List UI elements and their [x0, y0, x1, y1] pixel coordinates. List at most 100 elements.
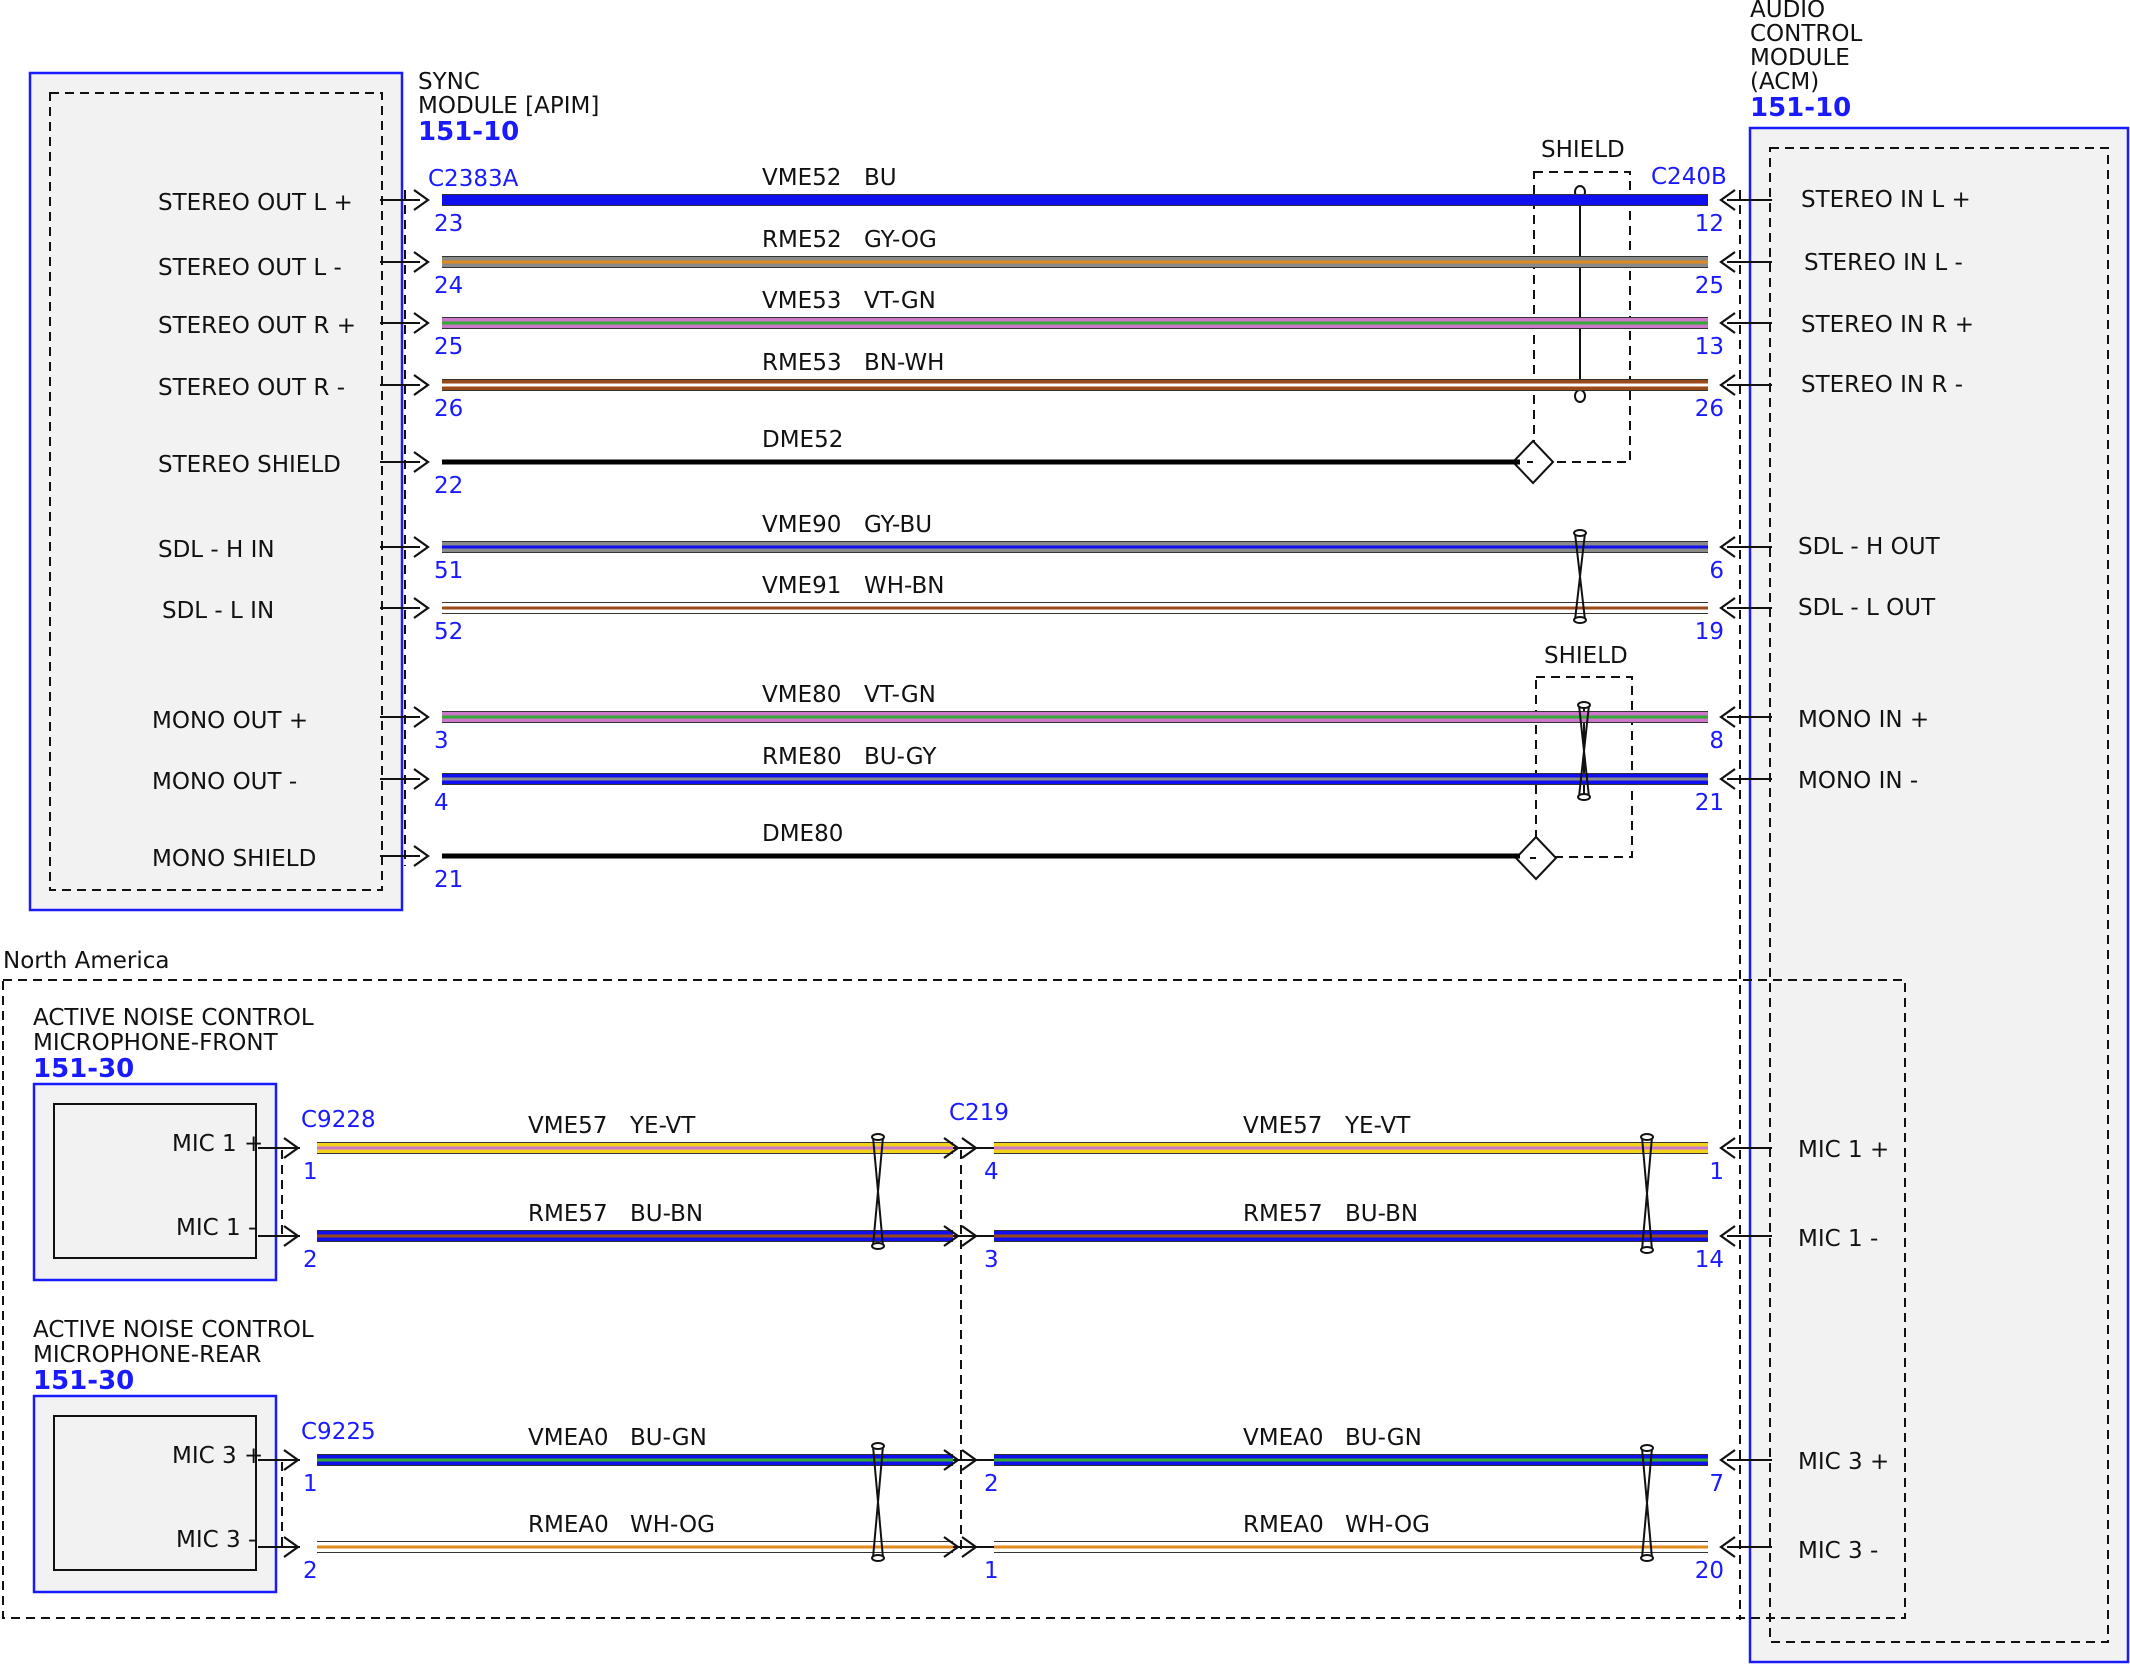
wire-1-circuit: VME52 [762, 165, 841, 191]
wire-16-pin-right: 7 [1709, 1471, 1724, 1497]
region-label: North America [3, 948, 170, 974]
acm-module-name-4: (ACM) [1750, 69, 1819, 95]
wire-3-pin-right: 13 [1695, 334, 1724, 360]
wire-12-color: YE-VT [1344, 1113, 1411, 1139]
sync-pin-10: MONO SHIELD [152, 846, 316, 872]
acm-module-name-1: AUDIO [1750, 0, 1825, 23]
sync-pin-8: MONO OUT + [152, 708, 308, 734]
wire-2-circuit: RME52 [762, 227, 842, 253]
wire-8-pin-left: 3 [434, 728, 449, 754]
acm-pin-1: STEREO IN L + [1801, 187, 1971, 213]
wire-4-circuit: RME53 [762, 350, 842, 376]
wire-9-pin-left: 4 [434, 790, 449, 816]
shield-stereo: SHIELD [1511, 137, 1631, 485]
sync-module-code: 151-10 [418, 117, 519, 147]
wire-14-pin-right: 14 [1695, 1247, 1724, 1273]
acm-pin-12: MIC 3 - [1798, 1538, 1878, 1564]
sync-pin-6: SDL - H IN [158, 537, 275, 563]
mic-front-code: 151-30 [33, 1054, 134, 1084]
wire-3-pin-left: 25 [434, 334, 463, 360]
wire-1-color: BU [864, 165, 897, 191]
wire-4-pin-right: 26 [1695, 396, 1724, 422]
wire-10-pin-left: 21 [434, 867, 463, 893]
acm-pin-4: STEREO IN R - [1801, 372, 1963, 398]
connector-c240b: C240B [1651, 164, 1727, 190]
connector-boundaries [281, 190, 1741, 1620]
wire-12-circuit: VME57 [1243, 1113, 1322, 1139]
mic-front-name-2: MICROPHONE-FRONT [33, 1030, 279, 1056]
wire-14-circuit: RME57 [1243, 1201, 1323, 1227]
mic-rear-name-1: ACTIVE NOISE CONTROL [33, 1317, 314, 1343]
mic-front-pin-1: MIC 1 + [172, 1131, 263, 1157]
wire-5-pin-left: 22 [434, 473, 463, 499]
wire-7-color: WH-BN [864, 573, 945, 599]
wire-9-circuit: RME80 [762, 744, 842, 770]
wire-8-pin-right: 8 [1709, 728, 1724, 754]
mic-rear-name-2: MICROPHONE-REAR [33, 1342, 261, 1368]
wire-10-circuit: DME80 [762, 821, 843, 847]
wire-2-color: GY-OG [864, 227, 937, 253]
wire-9-color: BU-GY [864, 744, 937, 770]
acm-pin-8: MONO IN - [1798, 768, 1918, 794]
shield-stereo-label: SHIELD [1541, 137, 1625, 163]
wire-1-pin-right: 12 [1695, 211, 1724, 237]
wire-17-pin-left: 2 [303, 1558, 318, 1584]
acm-pin-7: MONO IN + [1798, 707, 1929, 733]
wire-11-color: YE-VT [629, 1113, 696, 1139]
mic-rear-code: 151-30 [33, 1366, 134, 1396]
acm-module-name-2: CONTROL [1750, 21, 1863, 47]
sync-module-name-1: SYNC [418, 69, 480, 95]
wire-7-circuit: VME91 [762, 573, 841, 599]
mic-front-name-1: ACTIVE NOISE CONTROL [33, 1005, 314, 1031]
mic-rear-pin-2: MIC 3 - [176, 1527, 256, 1553]
acm-pin-3: STEREO IN R + [1801, 312, 1974, 338]
acm-pin-9: MIC 1 + [1798, 1137, 1889, 1163]
mic-front-pin-2: MIC 1 - [176, 1215, 256, 1241]
connector-c219: C219 [949, 1100, 1009, 1126]
wire-8-color: VT-GN [864, 682, 936, 708]
wiring-diagram: SYNC MODULE [APIM] 151-10 AUDIO CONTROL … [2, 0, 2130, 1664]
sync-pin-5: STEREO SHIELD [158, 452, 341, 478]
wire-12-pin-right: 1 [1709, 1159, 1724, 1185]
wire-17-circuit: RMEA0 [528, 1512, 609, 1538]
wire-7-pin-left: 52 [434, 619, 463, 645]
wire-15-color: BU-GN [630, 1425, 707, 1451]
wire-8-circuit: VME80 [762, 682, 841, 708]
wire-9-pin-right: 21 [1695, 790, 1724, 816]
wire-12-pin-left: 4 [984, 1159, 999, 1185]
wire-6-pin-right: 6 [1709, 558, 1724, 584]
wire-18-color: WH-OG [1345, 1512, 1430, 1538]
connector-c2383a: C2383A [428, 166, 519, 192]
sync-pin-7: SDL - L IN [162, 598, 274, 624]
shield-mono: SHIELD [1514, 643, 1633, 881]
acm-pin-11: MIC 3 + [1798, 1449, 1889, 1475]
wire-11-pin-left: 1 [303, 1159, 318, 1185]
wire-15-pin-left: 1 [303, 1471, 318, 1497]
sync-pin-3: STEREO OUT R + [158, 313, 356, 339]
acm-pin-5: SDL - H OUT [1798, 534, 1941, 560]
wire-13-circuit: RME57 [528, 1201, 608, 1227]
wire-14-color: BU-BN [1345, 1201, 1418, 1227]
wire-4-color: BN-WH [864, 350, 944, 376]
wire-13-color: BU-BN [630, 1201, 703, 1227]
wire-6-color: GY-BU [864, 512, 932, 538]
wire-17-color: WH-OG [630, 1512, 715, 1538]
wire-15-circuit: VMEA0 [528, 1425, 608, 1451]
shield-mono-label: SHIELD [1544, 643, 1628, 669]
wire-1-pin-left: 23 [434, 211, 463, 237]
wire-13-pin-left: 2 [303, 1247, 318, 1273]
wire-16-pin-left: 2 [984, 1471, 999, 1497]
acm-pin-2: STEREO IN L - [1804, 250, 1963, 276]
wire-2-pin-left: 24 [434, 273, 463, 299]
sync-pin-2: STEREO OUT L - [158, 255, 342, 281]
sync-pin-1: STEREO OUT L + [158, 190, 353, 216]
acm-pin-10: MIC 1 - [1798, 1226, 1878, 1252]
wire-11-circuit: VME57 [528, 1113, 607, 1139]
sync-pin-4: STEREO OUT R - [158, 375, 345, 401]
wire-18-pin-right: 20 [1695, 1558, 1724, 1584]
mic-rear-pin-1: MIC 3 + [172, 1443, 263, 1469]
connector-c9225: C9225 [301, 1419, 376, 1445]
connector-c9228: C9228 [301, 1107, 376, 1133]
wire-4-pin-left: 26 [434, 396, 463, 422]
wire-18-circuit: RMEA0 [1243, 1512, 1324, 1538]
